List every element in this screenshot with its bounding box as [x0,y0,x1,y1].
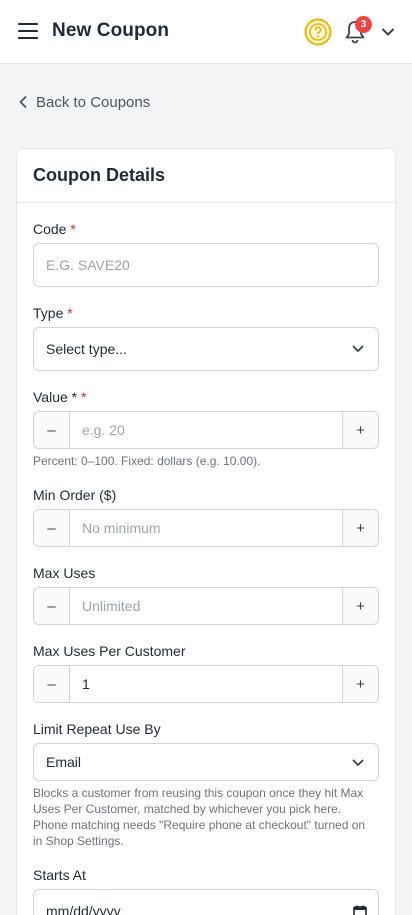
card-title: Coupon Details [33,165,166,185]
min-order-increment-button[interactable]: + [342,510,378,546]
type-select-value: Select type... [46,341,127,357]
value-label: Value * * [33,389,86,405]
chevron-down-icon [352,345,364,352]
min-order-decrement-button[interactable]: – [34,510,70,546]
max-uses-input[interactable] [70,588,342,624]
max-uses-per-customer-label: Max Uses Per Customer [33,643,186,659]
max-uses-stepper: – + [33,587,379,625]
page-title: New Coupon [52,20,170,41]
min-order-input[interactable] [70,510,342,546]
max-uses-per-customer-input[interactable] [70,666,342,702]
required-mark: * [67,305,73,321]
max-uses-per-customer-increment-button[interactable]: + [342,666,378,702]
required-mark: * [70,221,76,237]
chevron-down-icon [352,759,364,766]
max-uses-label: Max Uses [33,565,96,581]
max-uses-per-customer-stepper: – + [33,665,379,703]
starts-at-label: Starts At [33,867,86,883]
type-label-text: Type [33,305,64,321]
limit-repeat-select[interactable]: Email [33,743,379,781]
back-to-coupons-link[interactable]: Back to Coupons [18,92,150,112]
max-uses-increment-button[interactable]: + [342,588,378,624]
starts-at-date-input[interactable]: mm/dd/yyyy [33,889,379,915]
card-divider [17,202,395,203]
chevron-down-icon[interactable] [381,26,395,38]
value-stepper: – + [33,411,379,449]
min-order-label: Min Order ($) [33,487,117,503]
code-label: Code * [33,221,76,237]
calendar-icon[interactable] [352,904,368,915]
code-label-text: Code [33,221,67,237]
required-mark: * [81,389,87,405]
value-label-text: Value * [33,389,78,405]
type-select[interactable]: Select type... [33,327,379,371]
min-order-stepper: – + [33,509,379,547]
value-increment-button[interactable]: + [342,412,378,448]
value-help-text: Percent: 0–100. Fixed: dollars (e.g. 10.… [33,454,261,468]
limit-repeat-select-value: Email [46,754,82,770]
notification-badge: 3 [355,16,372,33]
max-uses-per-customer-decrement-button[interactable]: – [34,666,70,702]
top-bar: New Coupon 3 [0,0,412,64]
max-uses-decrement-button[interactable]: – [34,588,70,624]
limit-repeat-help-text: Blocks a customer from reusing this coup… [33,786,366,848]
limit-repeat-label: Limit Repeat Use By [33,721,161,737]
value-input[interactable] [70,412,342,448]
back-link-label: Back to Coupons [36,93,151,111]
chevron-left-icon [19,96,27,108]
type-label: Type * [33,305,73,321]
help-icon[interactable] [304,18,332,46]
hamburger-icon[interactable] [18,23,38,41]
value-decrement-button[interactable]: – [34,412,70,448]
coupon-details-card: Coupon Details Code * Type * Select type… [16,148,396,915]
starts-at-value: mm/dd/yyyy [46,903,121,915]
code-input[interactable] [33,243,379,287]
